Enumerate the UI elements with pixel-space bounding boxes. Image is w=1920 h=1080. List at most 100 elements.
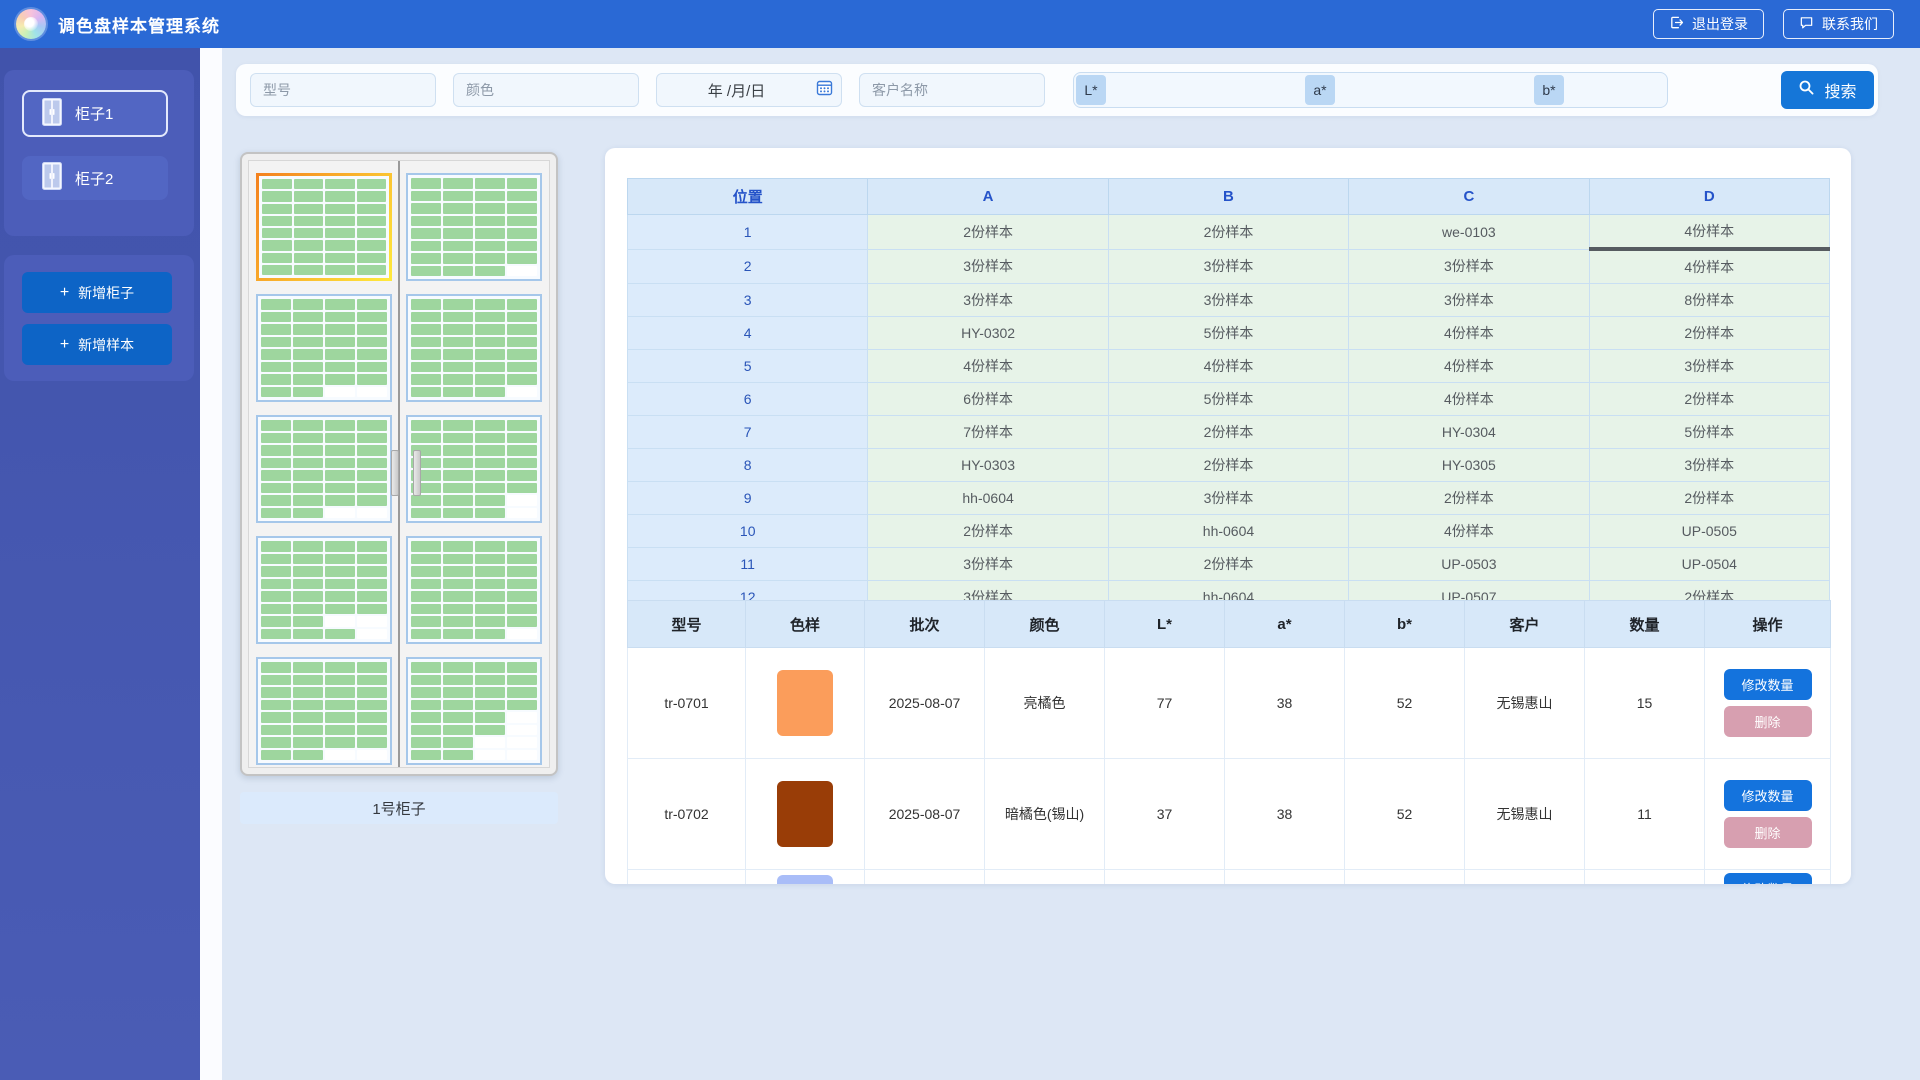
delete-button[interactable]: 删除 [1724,706,1812,737]
grid-cell[interactable]: 5份样本 [1589,416,1829,449]
col-header-a[interactable]: A [868,179,1108,215]
grid-cell[interactable]: 3份样本 [1108,482,1348,515]
sample-slot [507,178,537,189]
grid-cell[interactable]: 3份样本 [1589,449,1829,482]
grid-cell[interactable]: 5份样本 [1108,317,1348,350]
col-header-position[interactable]: 位置 [628,179,868,215]
cabinet-panel-selected[interactable] [256,173,392,281]
grid-cell-selected[interactable]: 4份样本 [1589,215,1829,250]
grid-cell[interactable]: 2份样本 [1108,548,1348,581]
grid-cell[interactable]: hh-0604 [1108,515,1348,548]
door-handle-right [413,450,421,496]
empty-slot [325,387,355,398]
empty-slot [507,712,537,723]
grid-cell[interactable]: 2份样本 [1108,215,1348,250]
grid-cell[interactable]: 4份样本 [1108,350,1348,383]
sample-slot [443,191,473,202]
grid-cell[interactable]: 4份样本 [1349,383,1589,416]
grid-cell[interactable]: 3份样本 [1349,249,1589,284]
calendar-icon[interactable] [816,79,841,101]
logout-button[interactable]: 退出登录 [1653,9,1764,39]
color-input[interactable] [453,73,639,107]
cabinet-panel[interactable] [256,415,392,523]
sidebar-item-cabinet-1[interactable]: 柜子1 [22,90,168,137]
cabinet-panel[interactable] [256,294,392,402]
col-header-d[interactable]: D [1589,179,1829,215]
grid-cell[interactable]: 4份样本 [868,350,1108,383]
grid-cell[interactable]: 6份样本 [868,383,1108,416]
sample-slot [443,458,473,469]
grid-cell[interactable]: 2份样本 [868,515,1108,548]
col-header-c[interactable]: C [1349,179,1589,215]
grid-cell[interactable]: 2份样本 [1108,449,1348,482]
cabinet-panel[interactable] [406,294,542,402]
grid-cell[interactable]: 4份样本 [1349,515,1589,548]
modify-qty-button[interactable]: 修改数量 [1724,780,1812,811]
b-star-field: b* [1532,73,1668,107]
cabinet-panel[interactable] [406,173,542,281]
contact-button[interactable]: 联系我们 [1783,9,1894,39]
add-sample-button[interactable]: + 新增样本 [22,324,172,365]
add-cabinet-button[interactable]: + 新增柜子 [22,272,172,313]
grid-cell[interactable]: HY-0305 [1349,449,1589,482]
grid-cell[interactable]: 3份样本 [868,548,1108,581]
delete-button[interactable]: 删除 [1724,817,1812,848]
grid-cell[interactable]: 2份样本 [1589,482,1829,515]
grid-cell[interactable]: HY-0302 [868,317,1108,350]
sample-slot [507,216,537,227]
customer-input[interactable] [859,73,1045,107]
grid-cell[interactable]: 3份样本 [1108,284,1348,317]
grid-cell[interactable]: 3份样本 [1108,249,1348,284]
grid-cell[interactable]: 2份样本 [1589,317,1829,350]
grid-cell[interactable]: UP-0505 [1589,515,1829,548]
grid-cell[interactable]: 2份样本 [868,215,1108,250]
cabinet-panel[interactable] [256,536,392,644]
sample-slot [325,579,355,590]
cabinet-frame [248,160,550,768]
grid-cell[interactable]: UP-0504 [1589,548,1829,581]
sample-slot [357,228,387,238]
grid-cell[interactable]: 4份样本 [1589,249,1829,284]
color-swatch [777,875,833,884]
modify-qty-button[interactable]: 修改数量 [1724,669,1812,700]
sample-slot [293,420,323,431]
sample-slot [443,662,473,673]
search-button[interactable]: 搜索 [1781,71,1874,109]
grid-cell[interactable]: 3份样本 [1349,284,1589,317]
grid-cell[interactable]: HY-0304 [1349,416,1589,449]
grid-cell[interactable]: 3份样本 [868,249,1108,284]
sample-slot [357,579,387,590]
model-input[interactable] [250,73,436,107]
grid-cell[interactable]: hh-0604 [868,482,1108,515]
grid-cell[interactable]: UP-0503 [1349,548,1589,581]
date-input[interactable]: 年 /月/日 [656,73,842,107]
sample-slot [293,470,323,481]
cabinet-panel[interactable] [406,657,542,765]
sample-slot [357,179,387,189]
cabinet-panel[interactable] [406,536,542,644]
b-star-input[interactable] [1564,73,1668,107]
col-header-b[interactable]: B [1108,179,1348,215]
grid-cell[interactable]: 5份样本 [1108,383,1348,416]
grid-cell[interactable]: 2份样本 [1349,482,1589,515]
sample-slot [443,579,473,590]
modify-qty-button[interactable]: 修改数量 [1724,873,1812,884]
grid-cell[interactable]: 7份样本 [868,416,1108,449]
grid-cell[interactable]: 4份样本 [1349,350,1589,383]
grid-cell[interactable]: 3份样本 [1589,350,1829,383]
sample-slot [411,324,441,335]
grid-cell[interactable]: we-0103 [1349,215,1589,250]
grid-cell[interactable]: 8份样本 [1589,284,1829,317]
add-cabinet-label: 新增柜子 [78,283,134,303]
a-star-input[interactable] [1335,73,1532,107]
grid-cell[interactable]: 2份样本 [1589,383,1829,416]
sidebar-item-cabinet-2[interactable]: 柜子2 [22,156,168,200]
grid-cell[interactable]: 3份样本 [868,284,1108,317]
cabinet-panel[interactable] [406,415,542,523]
l-star-input[interactable] [1106,73,1303,107]
grid-cell[interactable]: 4份样本 [1349,317,1589,350]
sample-slot [411,387,441,398]
cabinet-panel[interactable] [256,657,392,765]
grid-cell[interactable]: HY-0303 [868,449,1108,482]
grid-cell[interactable]: 2份样本 [1108,416,1348,449]
